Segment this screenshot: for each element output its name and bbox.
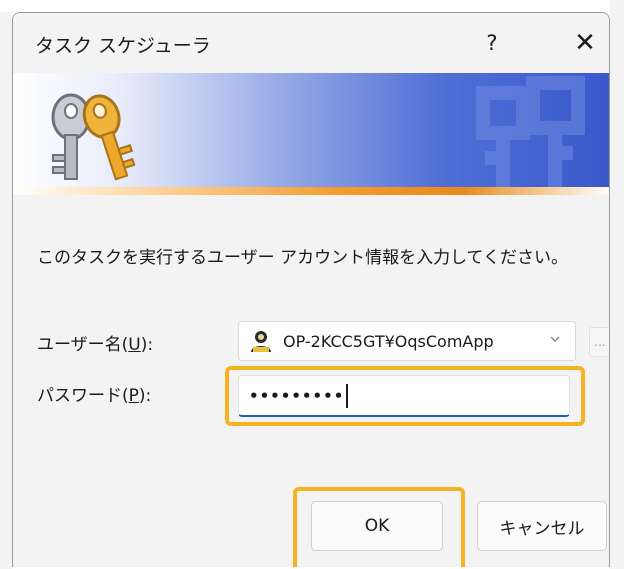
background-window-edge-top <box>0 0 624 12</box>
banner-accent-stripe <box>13 187 609 195</box>
password-masked-value: ••••••••• <box>249 386 345 405</box>
credentials-dialog: タスク スケジューラ ? ✕ このタスクを実行するユーザー アカウント情報を入力… <box>12 12 610 567</box>
title-bar[interactable]: タスク スケジューラ ? ✕ <box>13 13 609 73</box>
browse-users-button[interactable]: ... <box>589 327 609 357</box>
close-button[interactable]: ✕ <box>565 23 605 63</box>
ok-button[interactable]: OK <box>311 501 443 551</box>
keys-watermark-icon <box>476 76 585 187</box>
user-avatar-icon <box>249 329 273 353</box>
dialog-title: タスク スケジューラ <box>35 35 211 57</box>
header-banner <box>13 73 609 195</box>
user-name-combobox[interactable]: OP-2KCC5GT¥OqsComApp <box>238 321 576 361</box>
help-button[interactable]: ? <box>469 23 515 63</box>
user-name-label: ユーザー名(U): <box>37 335 154 355</box>
background-window-edge-right <box>610 0 624 569</box>
instruction-text: このタスクを実行するユーザー アカウント情報を入力してください。 <box>37 248 569 268</box>
dialog-body: このタスクを実行するユーザー アカウント情報を入力してください。 ユーザー名(U… <box>13 195 609 567</box>
password-label: パスワード(P): <box>37 386 152 406</box>
cancel-button[interactable]: キャンセル <box>477 501 607 551</box>
password-field[interactable]: ••••••••• <box>238 375 570 417</box>
user-name-value: OP-2KCC5GT¥OqsComApp <box>283 331 494 351</box>
chevron-down-icon[interactable] <box>549 333 561 349</box>
background-window-edge-left <box>0 0 12 569</box>
keys-icon <box>51 93 136 181</box>
text-caret <box>346 383 349 408</box>
